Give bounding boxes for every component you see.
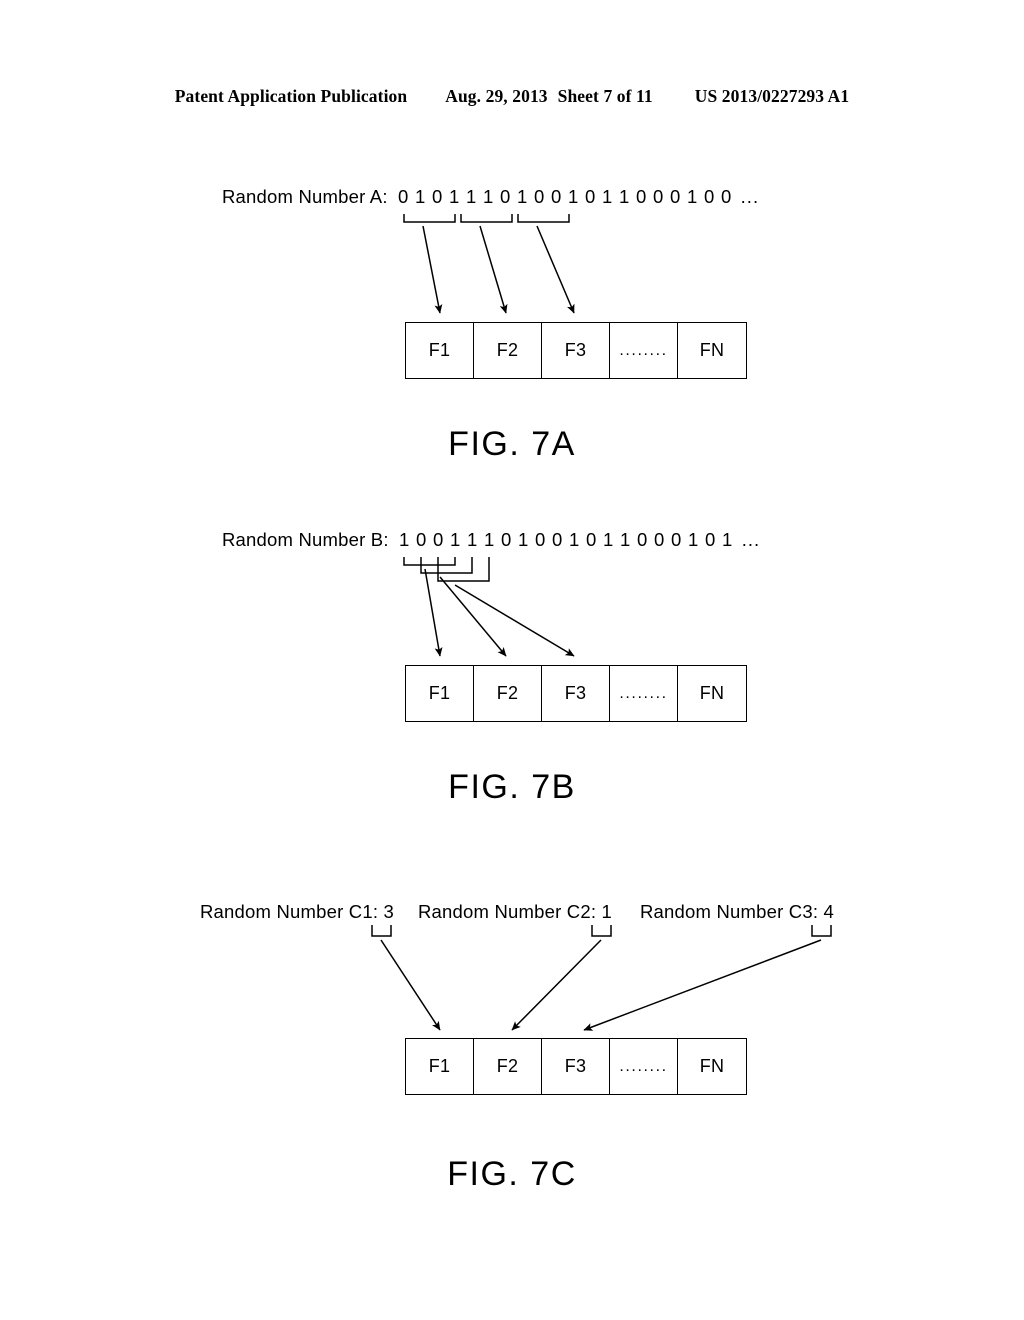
bit-18: 1 bbox=[688, 529, 699, 550]
field-cell-dots: ........ bbox=[610, 666, 678, 721]
bit-20: 0 bbox=[721, 186, 732, 207]
figure-7b: Random Number B: 10011101001011000101 ..… bbox=[0, 513, 1024, 823]
bit-3: 0 bbox=[432, 186, 443, 207]
bit-19: 0 bbox=[705, 529, 716, 550]
bit-7: 0 bbox=[501, 529, 512, 550]
bit-8: 1 bbox=[518, 529, 529, 550]
field-cell-f2: F2 bbox=[474, 323, 542, 378]
random-number-c2-label: Random Number C2: 1 bbox=[418, 901, 613, 922]
header-sheet-text: Sheet 7 of 11 bbox=[557, 86, 653, 106]
field-cell-f3: F3 bbox=[542, 1039, 610, 1094]
random-number-b-bits: 10011101001011000101 bbox=[396, 529, 736, 551]
header-date-text: Aug. 29, 2013 bbox=[445, 86, 548, 106]
field-cell-dots: ........ bbox=[610, 1039, 678, 1094]
header-patent-number: US 2013/0227293 A1 bbox=[694, 86, 850, 106]
bit-15: 0 bbox=[636, 186, 647, 207]
field-cell-f1: F1 bbox=[406, 1039, 474, 1094]
header-publication-text: Patent Application Publication bbox=[174, 86, 408, 106]
random-number-a-bits: 01011101001011000100 bbox=[395, 186, 735, 208]
bit-12: 0 bbox=[586, 529, 597, 550]
field-table-7c: F1 F2 F3 ........ FN bbox=[405, 1038, 747, 1095]
figure-caption-7c: FIG. 7C bbox=[447, 1155, 577, 1193]
bit-10: 0 bbox=[551, 186, 562, 207]
bit-16: 0 bbox=[653, 186, 664, 207]
bit-11: 1 bbox=[568, 186, 579, 207]
random-number-b-ellipsis: ... bbox=[741, 529, 761, 550]
figure-7a: Random Number A: 01011101001011000100 ..… bbox=[0, 170, 1024, 480]
field-cell-f3: F3 bbox=[542, 323, 610, 378]
figure-caption-7a: FIG. 7A bbox=[448, 425, 576, 463]
value-brackets bbox=[371, 925, 832, 937]
bit-13: 1 bbox=[603, 529, 614, 550]
bit-4: 1 bbox=[449, 186, 460, 207]
bit-15: 0 bbox=[637, 529, 648, 550]
random-number-c3-label: Random Number C3: 4 bbox=[640, 901, 835, 922]
field-cell-f2: F2 bbox=[474, 1039, 542, 1094]
figure-7c: Random Number C1: 3 Random Number C2: 1 … bbox=[0, 885, 1024, 1225]
bit-6: 1 bbox=[483, 186, 494, 207]
bit-11: 1 bbox=[569, 529, 580, 550]
bit-5: 1 bbox=[467, 529, 478, 550]
field-cell-dots: ........ bbox=[610, 323, 678, 378]
field-cell-f1: F1 bbox=[406, 323, 474, 378]
field-cell-fn: FN bbox=[699, 340, 725, 360]
bit-19: 0 bbox=[704, 186, 715, 207]
bit-2: 1 bbox=[415, 186, 426, 207]
field-cell-f3: F3 bbox=[542, 666, 610, 721]
bit-14: 1 bbox=[619, 186, 630, 207]
bit-8: 1 bbox=[517, 186, 528, 207]
bit-10: 0 bbox=[552, 529, 563, 550]
value-to-field-arrows bbox=[380, 939, 822, 1031]
field-cell-f1: F1 bbox=[406, 666, 474, 721]
bit-1: 1 bbox=[399, 529, 410, 550]
bit-12: 0 bbox=[585, 186, 596, 207]
bit-group-brackets bbox=[403, 214, 570, 223]
random-number-a-label: Random Number A: bbox=[222, 186, 388, 207]
random-number-b-label: Random Number B: bbox=[222, 529, 389, 550]
bit-3: 0 bbox=[433, 529, 444, 550]
field-cell-f2: F2 bbox=[474, 666, 542, 721]
bit-7: 0 bbox=[500, 186, 511, 207]
bit-20: 1 bbox=[722, 529, 733, 550]
field-table-7a: F1 F2 F3 ........ FN bbox=[405, 322, 747, 379]
bit-18: 1 bbox=[687, 186, 698, 207]
bit-17: 0 bbox=[671, 529, 682, 550]
random-number-a-row: Random Number A: 01011101001011000100 ..… bbox=[222, 186, 759, 212]
bit-17: 0 bbox=[670, 186, 681, 207]
bit-4: 1 bbox=[450, 529, 461, 550]
group-to-field-arrows bbox=[422, 225, 575, 314]
field-cell-fn: FN bbox=[699, 1056, 725, 1076]
bit-1: 0 bbox=[398, 186, 409, 207]
group-to-field-arrows bbox=[424, 568, 575, 657]
bit-14: 1 bbox=[620, 529, 631, 550]
field-cell-fn: FN bbox=[699, 683, 725, 703]
page-header: Patent Application Publication Aug. 29, … bbox=[0, 86, 1024, 116]
bit-13: 1 bbox=[602, 186, 613, 207]
field-table-7b: F1 F2 F3 ........ FN bbox=[405, 665, 747, 722]
figure-caption-7b: FIG. 7B bbox=[448, 768, 576, 806]
random-number-b-row: Random Number B: 10011101001011000101 ..… bbox=[222, 529, 760, 555]
random-number-c1-label: Random Number C1: 3 bbox=[200, 901, 395, 922]
bit-16: 0 bbox=[654, 529, 665, 550]
bit-2: 0 bbox=[416, 529, 427, 550]
random-number-a-ellipsis: ... bbox=[740, 186, 760, 207]
bit-5: 1 bbox=[466, 186, 477, 207]
sliding-window-brackets bbox=[403, 557, 490, 582]
bit-9: 0 bbox=[534, 186, 545, 207]
bit-9: 0 bbox=[535, 529, 546, 550]
bit-6: 1 bbox=[484, 529, 495, 550]
